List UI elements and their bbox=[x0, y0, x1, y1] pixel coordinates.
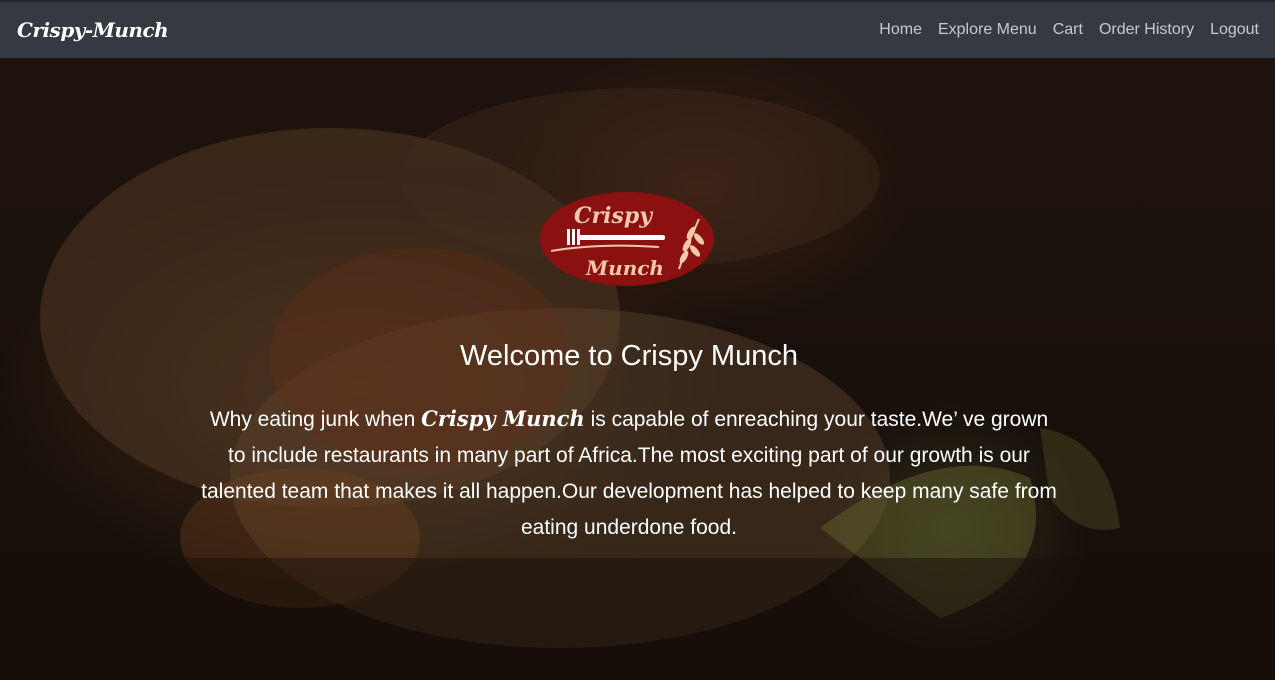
nav-logout-link[interactable]: Logout bbox=[1210, 21, 1259, 39]
brand-logo-link[interactable]: Crispy-Munch bbox=[17, 18, 169, 42]
logo-text-bottom: Munch bbox=[585, 256, 664, 280]
desc-text-start: Why eating junk when bbox=[209, 408, 422, 431]
nav-order-history-link[interactable]: Order History bbox=[1099, 21, 1194, 39]
nav-cart-link[interactable]: Cart bbox=[1053, 21, 1083, 39]
logo-text-top: Crispy bbox=[574, 203, 654, 229]
hero-title: Welcome to Crispy Munch bbox=[460, 340, 798, 372]
hero-section: Crispy Munch Welcome to Crispy Munch Why… bbox=[0, 58, 1275, 680]
desc-brand-name: Crispy Munch bbox=[421, 406, 585, 431]
nav-home-link[interactable]: Home bbox=[879, 21, 922, 39]
hero-description: Why eating junk when Crispy Munch is cap… bbox=[200, 401, 1058, 546]
nav-explore-menu-link[interactable]: Explore Menu bbox=[938, 21, 1037, 39]
crispy-munch-logo: Crispy Munch bbox=[540, 192, 714, 286]
hero-content: Crispy Munch Welcome to Crispy Munch Why… bbox=[0, 58, 1275, 680]
nav-links: Home Explore Menu Cart Order History Log… bbox=[863, 21, 1259, 39]
navbar: Crispy-Munch Home Explore Menu Cart Orde… bbox=[0, 0, 1275, 58]
